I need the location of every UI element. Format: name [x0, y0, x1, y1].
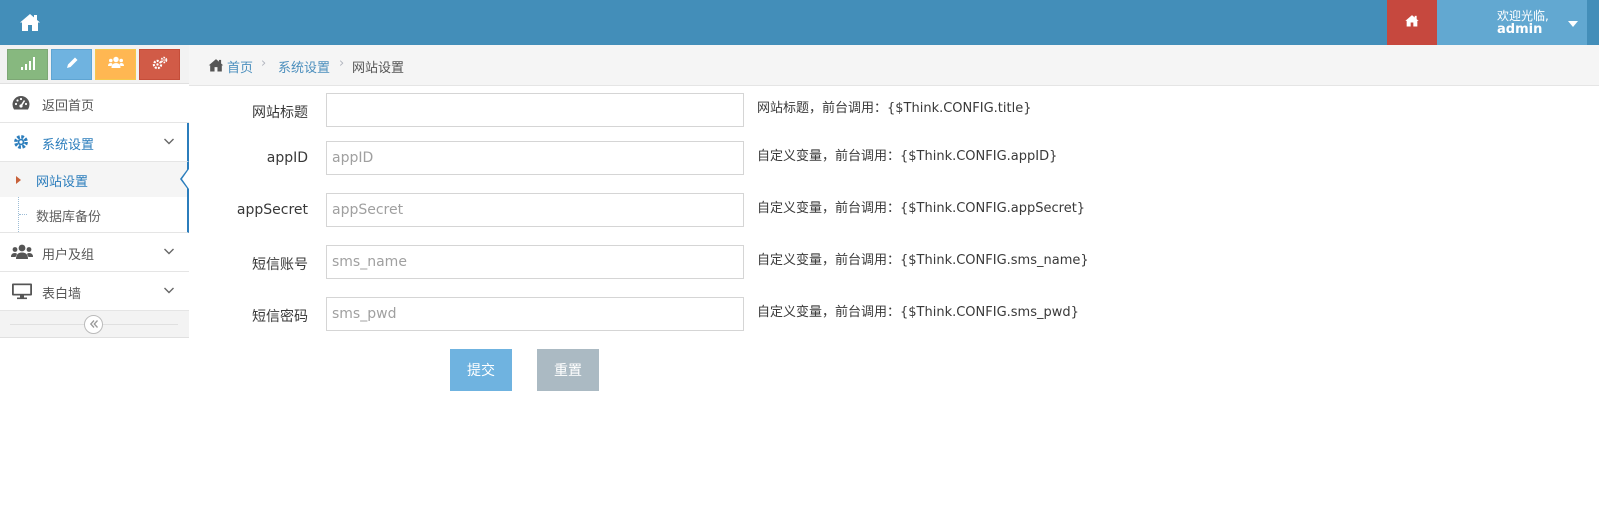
pencil-icon [65, 56, 79, 74]
shortcut-cogs-button[interactable] [139, 49, 180, 80]
sidebar-item-label: 用户及组 [42, 248, 95, 263]
sidebar-collapse-button[interactable] [84, 315, 103, 334]
app-secret-help: 自定义变量，前台调用：{$Think.CONFIG.appSecret} [757, 201, 1086, 216]
sidebar-item-label: 系统设置 [42, 138, 95, 153]
navbar-end [1587, 0, 1599, 45]
app-id-input[interactable] [326, 141, 744, 175]
app-secret-input[interactable] [326, 193, 744, 227]
sidebar-menu: 返回首页 系统设置 网站设置 数据库备份 用户及组 表白墙 [0, 84, 189, 338]
sms-pwd-input[interactable] [326, 297, 744, 331]
form-row-app-id: appID 自定义变量，前台调用：{$Think.CONFIG.appID} [189, 141, 1599, 175]
breadcrumb-separator: › [261, 56, 267, 71]
sidebar-subitem-label: 数据库备份 [36, 210, 102, 225]
sidebar-subitem-site-settings[interactable]: 网站设置 [0, 162, 189, 197]
app-id-help: 自定义变量，前台调用：{$Think.CONFIG.appID} [757, 149, 1058, 164]
site-title-label: 网站标题 [252, 105, 308, 121]
tree-connector [19, 214, 27, 215]
chevron-down-icon [163, 245, 175, 257]
caret-right-icon [16, 176, 21, 184]
sms-name-help: 自定义变量，前台调用：{$Think.CONFIG.sms_name} [757, 253, 1089, 268]
sidebar: 返回首页 系统设置 网站设置 数据库备份 用户及组 表白墙 [0, 45, 189, 529]
sidebar-subitem-database-backup[interactable]: 数据库备份 [0, 197, 187, 232]
double-angle-left-icon [89, 319, 99, 331]
site-title-help: 网站标题，前台调用：{$Think.CONFIG.title} [757, 101, 1032, 116]
form-actions: 提交 重置 [189, 349, 1599, 391]
submit-button[interactable]: 提交 [450, 349, 512, 391]
breadcrumb-separator: › [339, 56, 345, 71]
breadcrumb-section-link[interactable]: 系统设置 [278, 57, 330, 76]
sidebar-item-confession-wall[interactable]: 表白墙 [0, 272, 189, 311]
sidebar-item-home[interactable]: 返回首页 [0, 84, 189, 123]
breadcrumb-home-link[interactable]: 首页 [227, 57, 253, 76]
sms-name-label: 短信账号 [252, 257, 308, 273]
caret-down-icon [1568, 21, 1578, 27]
shortcut-users-button[interactable] [95, 49, 136, 80]
breadcrumb: 首页 › 系统设置 › 网站设置 [189, 45, 1599, 86]
user-name: admin [1497, 22, 1543, 37]
reset-button[interactable]: 重置 [537, 349, 599, 391]
form-row-sms-pwd: 短信密码 自定义变量，前台调用：{$Think.CONFIG.sms_pwd} [189, 297, 1599, 331]
user-menu-toggle[interactable]: 欢迎光临, admin [1437, 0, 1587, 45]
desktop-icon [11, 282, 33, 300]
breadcrumb-current: 网站设置 [352, 61, 405, 76]
main-content: 首页 › 系统设置 › 网站设置 网站标题 网站标题，前台调用：{$Think.… [189, 45, 1599, 529]
form-row-app-secret: appSecret 自定义变量，前台调用：{$Think.CONFIG.appS… [189, 193, 1599, 227]
sidebar-collapse-bar [0, 311, 189, 338]
top-navbar: 欢迎光临, admin [0, 0, 1599, 45]
home-icon[interactable] [18, 11, 42, 33]
sms-name-input[interactable] [326, 245, 744, 279]
chevron-down-icon [163, 135, 175, 147]
home-icon [1404, 13, 1420, 32]
cogs-icon [152, 56, 168, 74]
app-id-label: appID [266, 150, 308, 166]
dashboard-icon [11, 94, 33, 112]
users-icon [11, 243, 33, 261]
sidebar-shortcuts [0, 45, 189, 84]
shortcut-signal-button[interactable] [7, 49, 48, 80]
sidebar-subitem-label: 网站设置 [36, 175, 89, 190]
sms-pwd-label: 短信密码 [252, 309, 308, 325]
site-title-input[interactable] [326, 93, 744, 127]
form-row-sms-name: 短信账号 自定义变量，前台调用：{$Think.CONFIG.sms_name} [189, 245, 1599, 279]
sidebar-item-label: 返回首页 [42, 99, 95, 114]
signal-icon [20, 56, 36, 74]
users-icon [107, 56, 124, 73]
form-row-site-title: 网站标题 网站标题，前台调用：{$Think.CONFIG.title} [189, 93, 1599, 127]
gear-icon [11, 133, 33, 151]
navbar-home-button[interactable] [1387, 0, 1437, 45]
sidebar-item-label: 表白墙 [42, 287, 82, 302]
sms-pwd-help: 自定义变量，前台调用：{$Think.CONFIG.sms_pwd} [757, 305, 1079, 320]
chevron-down-icon [163, 284, 175, 296]
system-settings-submenu: 网站设置 数据库备份 [0, 162, 189, 233]
sidebar-item-system-settings[interactable]: 系统设置 [0, 123, 189, 162]
shortcut-pencil-button[interactable] [51, 49, 92, 80]
active-indicator-arrow-inner [182, 169, 189, 189]
app-secret-label: appSecret [236, 202, 308, 218]
home-icon [207, 57, 225, 73]
sidebar-item-users-groups[interactable]: 用户及组 [0, 233, 189, 272]
